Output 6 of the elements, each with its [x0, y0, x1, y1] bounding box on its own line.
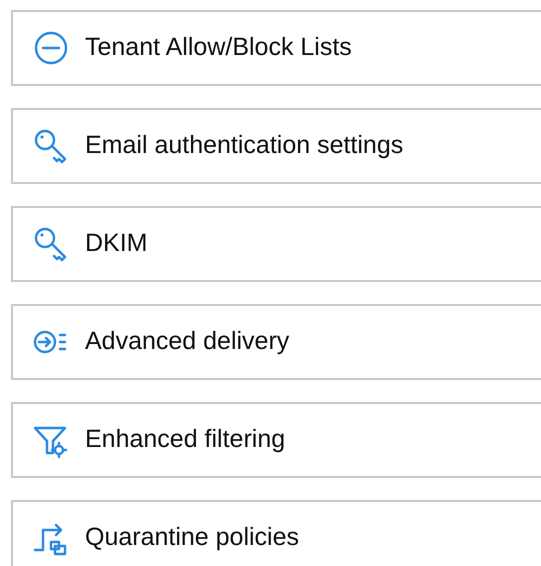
settings-tile[interactable]: Email authentication settings — [11, 108, 541, 184]
settings-tile[interactable]: Enhanced filtering — [11, 402, 541, 478]
settings-tile[interactable]: Tenant Allow/Block Lists — [11, 10, 541, 86]
settings-tile[interactable]: Quarantine policies — [11, 500, 541, 566]
settings-tile[interactable]: Advanced delivery — [11, 304, 541, 380]
settings-tile[interactable]: DKIM — [11, 206, 541, 282]
